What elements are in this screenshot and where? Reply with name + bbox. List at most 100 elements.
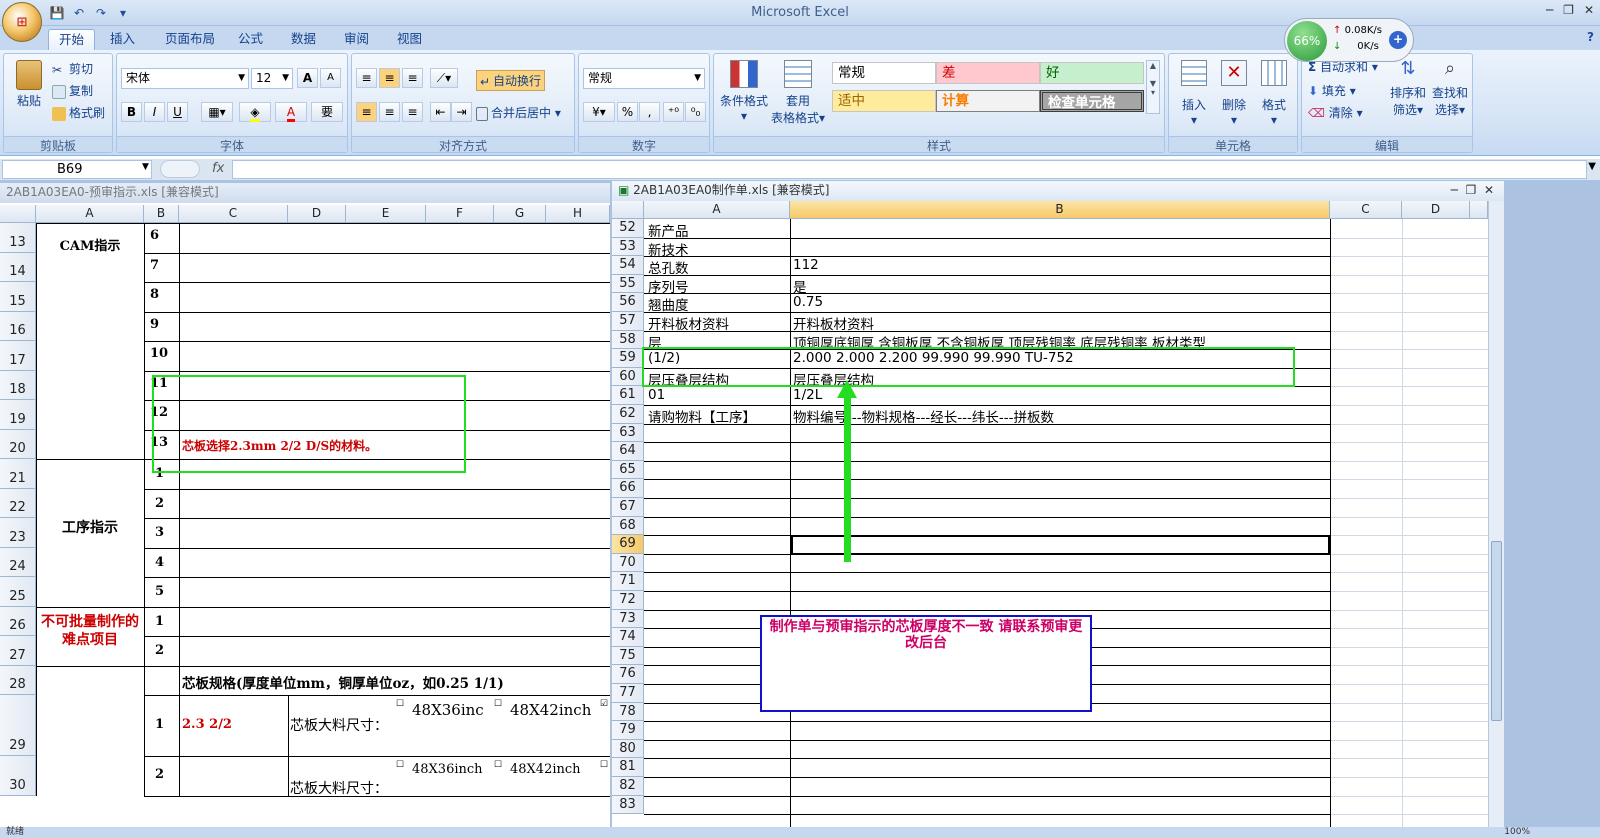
left-sheet[interactable]: A B C D E F G H 13 14 15 16 17 18 19 20 21 22 23 24 25 26 27 28… (0, 205, 610, 827)
row-header[interactable]: 55 (612, 274, 644, 294)
sort-filter-button[interactable]: ⇅ 排序和 筛选▾ (1388, 58, 1428, 118)
row-header[interactable]: 56 (612, 293, 644, 312)
border-button[interactable]: ▦▾ (201, 102, 233, 122)
row-header[interactable]: 24 (0, 547, 36, 577)
row-header[interactable]: 16 (0, 311, 36, 341)
column-header[interactable]: G (494, 205, 546, 223)
italic-button[interactable]: I (144, 102, 165, 122)
cell-a[interactable]: 请购物料【工序】 (648, 406, 756, 426)
cell-b[interactable]: 0.75 (793, 294, 823, 310)
office-button[interactable]: ⊞ (2, 2, 42, 42)
row-header[interactable]: 23 (0, 518, 36, 548)
row-header[interactable]: 52 (612, 219, 644, 238)
style-good[interactable]: 好 (1040, 62, 1144, 84)
row-header[interactable]: 71 (612, 572, 644, 591)
close-icon[interactable]: ✕ (1584, 3, 1594, 17)
network-speed-widget[interactable]: 66% ↑ 0.08K/s ↓ 0K/s + (1284, 18, 1414, 62)
row-header[interactable]: 22 (0, 488, 36, 518)
cell-b[interactable]: 112 (793, 257, 819, 273)
row-header[interactable]: 29 (0, 695, 36, 756)
column-header[interactable]: E (346, 205, 426, 223)
row-header[interactable]: 77 (612, 684, 644, 703)
styles-scroll[interactable]: ▲ ▼ ▾ (1146, 60, 1160, 114)
merge-center-button[interactable]: 合并后居中 ▾ (476, 104, 561, 121)
tab-insert[interactable]: 插入 (100, 29, 145, 50)
shrink-font-button[interactable]: A (320, 68, 341, 88)
row-header[interactable]: 27 (0, 636, 36, 666)
style-neutral[interactable]: 适中 (832, 90, 936, 112)
font-color-button[interactable]: A (275, 102, 307, 122)
align-left-icon[interactable]: ≡ (356, 102, 377, 122)
checkbox-icon[interactable]: ☐ (600, 760, 608, 770)
cell-b[interactable]: 开料板材资料 (793, 313, 874, 333)
cell-a[interactable]: 新产品 (648, 220, 689, 240)
column-header[interactable]: A (644, 201, 790, 219)
checkbox-icon[interactable]: ☐ (494, 760, 502, 770)
row-header[interactable]: 80 (612, 739, 644, 759)
row-header[interactable]: 75 (612, 646, 644, 666)
row-header[interactable]: 19 (0, 400, 36, 430)
fill-button[interactable]: ⬇ 填充 ▾ (1308, 82, 1356, 99)
minimize-icon[interactable]: ─ (1546, 3, 1553, 17)
plus-icon[interactable]: + (1389, 31, 1407, 49)
format-painter-button[interactable]: 格式刷 (52, 104, 105, 121)
orientation-icon[interactable]: ⟋▾ (430, 68, 458, 88)
undo-icon[interactable]: ↶ (70, 4, 88, 22)
row-header[interactable]: 28 (0, 665, 36, 695)
row-header[interactable]: 69 (612, 535, 644, 554)
column-header[interactable]: C (1330, 201, 1402, 219)
column-header[interactable]: D (1402, 201, 1470, 219)
format-as-table-button[interactable]: 套用 表格格式▾ (770, 60, 826, 126)
align-right-icon[interactable]: ≡ (402, 102, 423, 122)
underline-button[interactable]: U (167, 102, 188, 122)
decrease-indent-icon[interactable]: ⇤ (430, 102, 451, 122)
fx-icon[interactable]: fx (212, 161, 224, 176)
row-header[interactable]: 57 (612, 312, 644, 331)
restore-icon[interactable]: ❐ (1466, 183, 1477, 197)
row-header[interactable]: 17 (0, 341, 36, 371)
row-header[interactable]: 67 (612, 498, 644, 517)
row-header[interactable]: 62 (612, 405, 644, 424)
currency-button[interactable]: ¥▾ (583, 102, 615, 122)
row-header[interactable]: 14 (0, 252, 36, 282)
row-header[interactable]: 53 (612, 237, 644, 257)
comma-button[interactable]: , (639, 102, 660, 122)
row-header[interactable]: 72 (612, 591, 644, 610)
scrollbar-thumb[interactable] (1491, 541, 1502, 721)
row-header[interactable]: 58 (612, 330, 644, 350)
cell-a[interactable]: 01 (648, 387, 665, 403)
customize-qat-icon[interactable]: ▾ (114, 4, 132, 22)
save-icon[interactable]: 💾 (48, 4, 66, 22)
row-header[interactable]: 15 (0, 282, 36, 312)
cut-button[interactable]: ✂ 剪切 (52, 60, 93, 77)
wrap-text-button[interactable]: ↵ 自动换行 (476, 70, 546, 91)
decrease-decimal-icon[interactable]: ⁰₀ (685, 102, 706, 122)
redo-icon[interactable]: ↷ (92, 4, 110, 22)
row-header[interactable]: 60 (612, 367, 644, 387)
bold-button[interactable]: B (121, 102, 142, 122)
row-header[interactable]: 25 (0, 577, 36, 607)
help-icon[interactable]: ? (1587, 30, 1594, 44)
row-header[interactable]: 65 (612, 460, 644, 480)
column-header[interactable]: C (179, 205, 288, 223)
row-header[interactable]: 66 (612, 479, 644, 498)
tab-home[interactable]: 开始 (48, 29, 96, 50)
paste-button[interactable]: 粘贴 (12, 60, 46, 114)
phonetic-button[interactable]: 要 (311, 102, 343, 122)
increase-decimal-icon[interactable]: ⁺⁰ (663, 102, 684, 122)
tab-review[interactable]: 审阅 (334, 29, 379, 50)
checkbox-icon[interactable]: ☑ (600, 699, 608, 709)
copy-button[interactable]: 复制 (52, 82, 93, 99)
cell-a[interactable]: 开料板材资料 (648, 313, 729, 333)
select-all-corner[interactable] (0, 205, 36, 223)
expand-formula-icon[interactable]: ▼ (1588, 161, 1596, 172)
row-header[interactable]: 82 (612, 777, 644, 796)
number-format-select[interactable]: 常规 ▼ (583, 68, 705, 89)
style-normal[interactable]: 常规 (832, 62, 936, 84)
selected-cell-b69[interactable] (791, 535, 1330, 555)
row-header[interactable]: 79 (612, 721, 644, 740)
row-header[interactable]: 78 (612, 702, 644, 722)
vertical-scrollbar[interactable] (1488, 201, 1504, 827)
row-header[interactable]: 73 (612, 609, 644, 629)
style-calc[interactable]: 计算 (936, 90, 1040, 112)
